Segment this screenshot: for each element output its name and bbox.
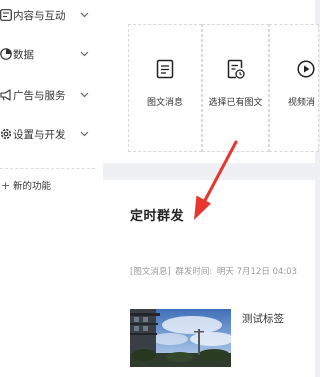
scheduled-meta: [图文消息] 群发时间: 明天 7月12日 04:03 <box>130 265 299 277</box>
article-title[interactable]: 测试标签 <box>242 311 284 326</box>
chevron-down-icon <box>80 51 89 57</box>
sidebar-item-label: 数据 <box>13 49 34 61</box>
outdoor-sky-photo <box>130 309 231 367</box>
sidebar-item-label: 新的功能 <box>13 181 52 192</box>
video-play-icon <box>297 60 315 78</box>
content-type-existing-article[interactable]: 选择已有图文 <box>202 24 269 152</box>
plus-icon: + <box>1 178 11 192</box>
sidebar-item-content[interactable]: 内容与互动 <box>0 0 103 30</box>
sidebar-divider <box>0 168 95 169</box>
section-title: 定时群发 <box>130 209 185 224</box>
chevron-down-icon <box>80 92 89 98</box>
content-type-label: 视频消 <box>288 98 316 108</box>
content-type-label: 图文消息 <box>146 98 183 108</box>
content-type-article[interactable]: 图文消息 <box>128 24 202 152</box>
ads-icon <box>0 89 11 101</box>
chevron-down-icon <box>80 131 89 137</box>
content-type-panel: 图文消息 选择已有图文 视频消 <box>103 0 319 163</box>
message-type-tag: [图文消息] <box>130 267 171 277</box>
sidebar-item-label: 广告与服务 <box>13 90 66 102</box>
send-time-label: 群发时间: <box>175 267 213 277</box>
sidebar-item-label: 内容与互动 <box>13 10 66 22</box>
data-icon <box>0 48 12 60</box>
document-clock-icon <box>227 59 245 79</box>
content-icon <box>0 9 12 21</box>
sidebar-item-settings[interactable]: 设置与开发 <box>0 119 103 149</box>
article-thumbnail[interactable] <box>130 309 231 367</box>
sidebar: 内容与互动 数据 广告与服务 设置与开发 + 新的功能 <box>0 0 103 377</box>
sidebar-item-data[interactable]: 数据 <box>0 39 103 69</box>
content-type-label: 选择已有图文 <box>208 98 263 108</box>
content-type-video[interactable]: 视频消 <box>269 24 319 152</box>
sidebar-item-ads[interactable]: 广告与服务 <box>0 80 103 110</box>
sidebar-item-new-feature[interactable]: + 新的功能 <box>0 176 100 194</box>
settings-icon <box>0 128 12 140</box>
scheduled-send-panel: 定时群发 [图文消息] 群发时间: 明天 7月12日 04:03 测试标签 <box>103 180 315 377</box>
chevron-down-icon <box>80 12 89 18</box>
sidebar-item-label: 设置与开发 <box>13 129 66 141</box>
send-time-value: 明天 7月12日 04:03 <box>216 267 298 277</box>
document-icon <box>156 59 174 79</box>
